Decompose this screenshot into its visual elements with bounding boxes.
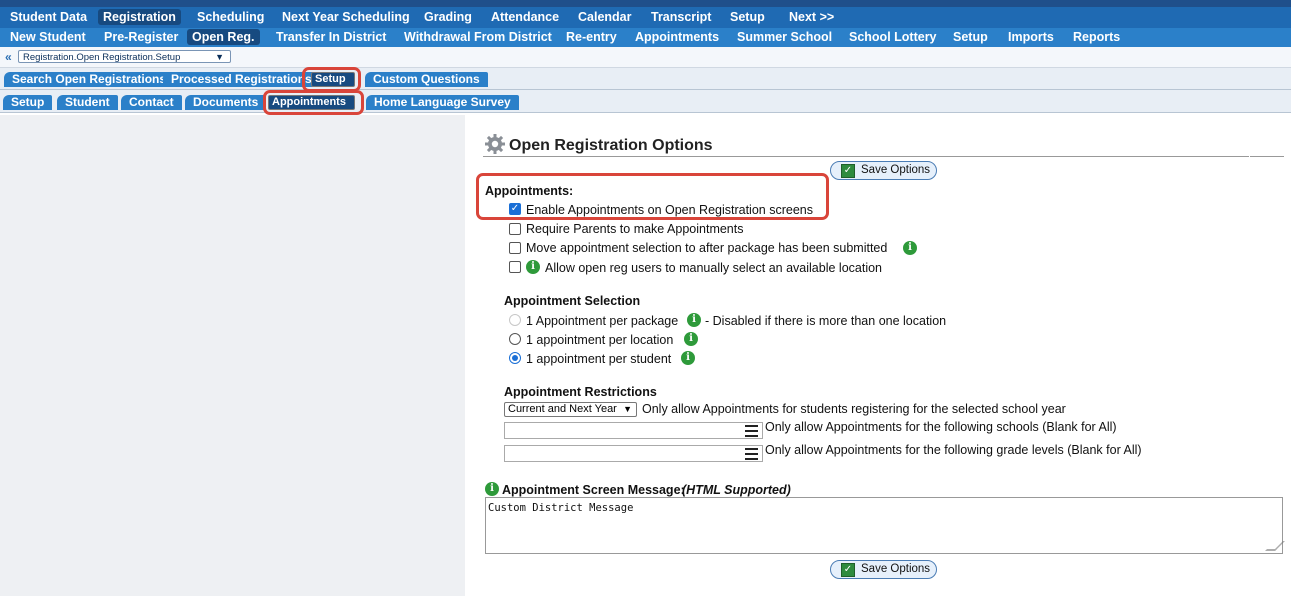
- school-year-text: Only allow Appointments for students reg…: [642, 402, 1066, 416]
- message-textarea[interactable]: Custom District Message: [485, 497, 1285, 554]
- resize-grip-icon[interactable]: [1265, 541, 1285, 551]
- nav-transcript[interactable]: Transcript: [646, 9, 716, 25]
- save-options-button-top[interactable]: ✓ Save Options: [830, 161, 937, 180]
- breadcrumb-select[interactable]: Registration.Open Registration.Setup ▼: [18, 50, 231, 63]
- list-icon[interactable]: [745, 425, 758, 440]
- subnav-new-student[interactable]: New Student: [5, 29, 91, 45]
- chevron-down-icon: ▼: [623, 404, 632, 414]
- subnav-re-entry[interactable]: Re-entry: [561, 29, 622, 45]
- tab-processed-registrations[interactable]: Processed Registrations: [163, 72, 320, 87]
- tab-appointments[interactable]: Appointments: [268, 95, 355, 110]
- per-student-radio[interactable]: [509, 352, 521, 364]
- school-year-value: Current and Next Year: [508, 403, 617, 415]
- info-icon[interactable]: i: [526, 260, 540, 274]
- tabs-primary: Search Open Registrations Processed Regi…: [0, 68, 1291, 90]
- nav-next[interactable]: Next >>: [784, 9, 839, 25]
- page-title: Open Registration Options: [509, 137, 713, 154]
- restrictions-heading: Appointment Restrictions: [504, 385, 657, 399]
- message-value: Custom District Message: [488, 502, 634, 514]
- collapse-arrow-icon[interactable]: «: [5, 50, 12, 64]
- nav-registration[interactable]: Registration: [98, 9, 181, 25]
- nav-calendar[interactable]: Calendar: [573, 9, 637, 25]
- manual-location-label: Allow open reg users to manually select …: [545, 261, 882, 275]
- enable-appointments-label: Enable Appointments on Open Registration…: [526, 203, 813, 217]
- subnav-school-lottery[interactable]: School Lottery: [844, 29, 942, 45]
- tab-custom-questions[interactable]: Custom Questions: [365, 72, 488, 87]
- require-parents-label: Require Parents to make Appointments: [526, 222, 744, 236]
- left-pane: [0, 115, 465, 596]
- list-icon[interactable]: [745, 448, 758, 463]
- main-nav: Student Data Registration Scheduling Nex…: [0, 7, 1291, 28]
- nav-next-year-scheduling[interactable]: Next Year Scheduling: [277, 9, 415, 25]
- require-parents-checkbox[interactable]: [509, 223, 521, 235]
- title-divider: [483, 156, 1249, 157]
- info-icon[interactable]: i: [687, 313, 701, 327]
- nav-grading[interactable]: Grading: [419, 9, 477, 25]
- per-package-radio: [509, 314, 521, 326]
- check-icon: ✓: [841, 563, 855, 577]
- breadcrumb-bar: « Registration.Open Registration.Setup ▼: [0, 47, 1291, 68]
- info-icon[interactable]: i: [681, 351, 695, 365]
- grade-levels-input[interactable]: [504, 445, 763, 462]
- info-icon[interactable]: i: [903, 241, 917, 255]
- per-package-note: - Disabled if there is more than one loc…: [705, 314, 947, 328]
- subnav-withdrawal[interactable]: Withdrawal From District: [399, 29, 557, 45]
- tab-setup[interactable]: Setup: [311, 72, 355, 87]
- per-location-label: 1 appointment per location: [526, 333, 674, 347]
- selection-heading: Appointment Selection: [504, 294, 641, 308]
- options-panel: Open Registration Options ✓ Save Options…: [465, 115, 1291, 596]
- per-location-radio[interactable]: [509, 333, 521, 345]
- message-label: Appointment Screen Message:: [502, 483, 685, 497]
- top-strip: [0, 0, 1291, 7]
- breadcrumb-value: Registration.Open Registration.Setup: [23, 52, 181, 63]
- schools-input[interactable]: [504, 422, 763, 439]
- subnav-appointments[interactable]: Appointments: [630, 29, 724, 45]
- schools-text: Only allow Appointments for the followin…: [765, 420, 1117, 434]
- move-selection-checkbox[interactable]: [509, 242, 521, 254]
- subnav-imports[interactable]: Imports: [1003, 29, 1059, 45]
- school-year-select[interactable]: Current and Next Year ▼: [504, 402, 637, 417]
- manual-location-checkbox[interactable]: [509, 261, 521, 273]
- tab-search-open-registrations[interactable]: Search Open Registrations: [4, 72, 175, 87]
- grade-levels-text: Only allow Appointments for the followin…: [765, 443, 1142, 457]
- nav-scheduling[interactable]: Scheduling: [192, 9, 269, 25]
- message-label-note: (HTML Supported): [682, 483, 791, 497]
- move-selection-label: Move appointment selection to after pack…: [526, 241, 888, 255]
- check-icon: ✓: [841, 164, 855, 178]
- subnav-pre-register[interactable]: Pre-Register: [99, 29, 183, 45]
- tab-home-language-survey[interactable]: Home Language Survey: [366, 95, 519, 110]
- per-student-label: 1 appointment per student: [526, 352, 672, 366]
- subnav-reports[interactable]: Reports: [1068, 29, 1125, 45]
- tab-documents[interactable]: Documents: [185, 95, 267, 110]
- registration-subnav: New Student Pre-Register Open Reg. Trans…: [0, 28, 1291, 47]
- nav-attendance[interactable]: Attendance: [486, 9, 564, 25]
- subnav-summer-school[interactable]: Summer School: [732, 29, 837, 45]
- subnav-transfer-in-district[interactable]: Transfer In District: [271, 29, 391, 45]
- gear-icon: [485, 134, 505, 154]
- nav-setup[interactable]: Setup: [725, 9, 770, 25]
- tab-contact[interactable]: Contact: [121, 95, 182, 110]
- appointments-heading: Appointments:: [485, 184, 574, 198]
- nav-student-data[interactable]: Student Data: [5, 9, 92, 25]
- save-button-label: Save Options: [861, 164, 931, 176]
- tab-setup-sub[interactable]: Setup: [3, 95, 53, 110]
- info-icon[interactable]: i: [485, 482, 499, 496]
- tabs-secondary: Setup Student Contact Documents Appointm…: [0, 90, 1291, 113]
- save-options-button-bottom[interactable]: ✓ Save Options: [830, 560, 937, 579]
- chevron-down-icon: ▼: [215, 52, 224, 62]
- title-divider-tail: [1250, 156, 1284, 157]
- enable-appointments-checkbox[interactable]: ✓: [509, 203, 521, 215]
- subnav-setup[interactable]: Setup: [948, 29, 993, 45]
- tab-student[interactable]: Student: [57, 95, 118, 110]
- subnav-open-reg[interactable]: Open Reg.: [187, 29, 260, 45]
- info-icon[interactable]: i: [684, 332, 698, 346]
- save-button-label: Save Options: [861, 563, 931, 575]
- per-package-label: 1 Appointment per package: [526, 314, 679, 328]
